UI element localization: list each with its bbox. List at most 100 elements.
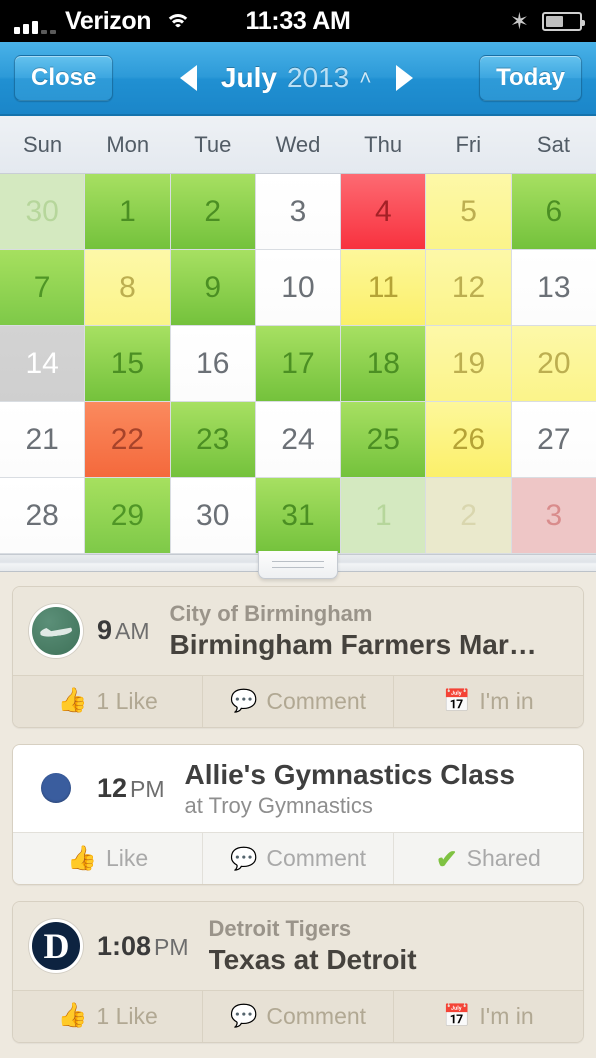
calendar-day-cell[interactable]: 19 [426,326,511,401]
calendar-day-cell[interactable]: 4 [341,174,426,249]
battery-icon [542,11,585,31]
blue-dot-avatar [41,773,71,804]
battery-fill [546,15,563,27]
calendar-day-cell[interactable]: 25 [341,402,426,477]
comment-icon: 💬 [229,688,258,714]
event-action-bar: 👍 1 Like 💬 Comment 📅 I'm in [13,989,583,1042]
next-month-arrow[interactable] [395,65,413,91]
event-card[interactable]: 12 PM Allie's Gymnastics Class at Troy Gymn… [12,743,584,886]
weekday-label-sun: Sun [22,131,63,157]
calendar-day-cell[interactable]: 29 [85,478,170,553]
calendar-day-cell[interactable]: 30 [0,174,85,249]
action-1-like[interactable]: 👍 1 Like [13,676,202,727]
action-label: 1 Like [96,687,158,714]
event-text-block: Detroit Tigers Texas at Detroit [209,915,567,977]
calendar-day-cell[interactable]: 22 [85,402,170,477]
event-card-header[interactable]: D 1:08 PM Detroit Tigers Texas at Detroit [13,902,583,990]
action-i-m-in[interactable]: 📅 I'm in [392,675,583,727]
action-comment[interactable]: 💬 Comment [202,675,392,727]
action-label: I'm in [479,1002,534,1029]
comment-icon: 💬 [229,1003,258,1029]
action-shared[interactable]: ✔ Shared [392,833,583,885]
action-1-like[interactable]: 👍 1 Like [13,991,202,1042]
calendar-day-cell[interactable]: 23 [170,402,255,477]
action-label: Comment [266,687,367,714]
month-label: July [220,62,277,93]
calendar-day-cell[interactable]: 26 [426,402,511,477]
event-text-block: Allie's Gymnastics Class at Troy Gymnasti… [185,758,567,820]
calendar-day-cell[interactable]: 8 [85,250,170,325]
event-card-header[interactable]: 9 AM City of Birmingham Birmingham Farmers … [13,587,583,675]
calendar-day-cell[interactable]: 6 [511,174,596,249]
event-title: Birmingham Farmers Mar… [169,628,537,660]
thumbs-up-icon: 👍 [57,1002,88,1030]
calendar-day-cell[interactable]: 28 [0,478,85,553]
calendar-day-cell[interactable]: 2 [426,478,511,553]
calendar-add-icon: 📅 [443,1003,471,1029]
calendar-day-cell[interactable]: 1 [341,478,426,553]
calendar-day-cell[interactable]: 21 [0,402,85,477]
calendar-day-cell[interactable]: 18 [341,326,426,401]
event-time-period: PM [130,775,165,802]
calendar-day-cell[interactable]: 10 [255,250,341,325]
calendar-day-cell[interactable]: 16 [170,326,255,401]
action-label: 1 Like [96,1002,158,1029]
action-comment[interactable]: 💬 Comment [202,990,392,1042]
calendar-day-cell[interactable]: 24 [255,402,341,477]
weekday-label-thu: Thu [364,131,403,157]
event-time-period: AM [115,618,150,645]
thumbs-up-icon: 👍 [67,844,97,872]
calendar-day-cell[interactable]: 2 [170,174,255,249]
event-subtitle: City of Birmingham [169,601,373,626]
event-text-block: City of Birmingham Birmingham Farmers Mar… [170,600,567,662]
calendar-day-cell[interactable]: 11 [341,250,426,325]
month-navigator: July 2013 ˄ [113,62,479,94]
event-time-number: 9 [97,615,113,646]
calendar-day-cell[interactable]: 7 [0,250,85,325]
calendar-day-cell[interactable]: 13 [511,250,596,325]
event-subtitle: Detroit Tigers [208,916,352,942]
calendar-day-cell[interactable]: 3 [511,478,596,553]
clock: 11:33 AM [245,6,351,35]
status-bar: Verizon 11:33 AM ✶ [0,0,596,42]
calendar-day-cell[interactable]: 14 [0,326,85,401]
event-time-number: 12 [97,772,128,803]
event-title: Allie's Gymnastics Class [184,758,515,790]
event-card-header[interactable]: 12 PM Allie's Gymnastics Class at Troy Gymn… [13,744,583,833]
weekday-label-sat: Sat [536,131,570,157]
close-button[interactable]: Close [14,55,114,101]
calendar-day-cell[interactable]: 1 [85,174,170,249]
calendar-grid: 30 1 2 3 4 5 6 7 8 9 10 11 12 13 14 15 16 17 18 19 20 21 22 23 2… [0,174,596,554]
calendar-add-icon: 📅 [443,688,471,714]
tigers-d-glyph: D [43,926,70,967]
today-button[interactable]: Today [479,55,582,101]
action-comment[interactable]: 💬 Comment [202,833,392,885]
calendar-day-cell[interactable]: 3 [255,174,341,249]
event-card[interactable]: 9 AM City of Birmingham Birmingham Farmers … [12,586,584,728]
event-time: 12 PM [97,773,165,804]
weekday-label-wed: Wed [275,131,321,157]
calendar-day-cell[interactable]: 27 [511,402,596,477]
check-icon: ✔ [435,843,458,874]
action-label: Comment [266,845,367,872]
event-subtitle: at Troy Gymnastics [184,792,373,818]
calendar-day-cell[interactable]: 15 [85,326,170,401]
calendar-day-cell[interactable]: 5 [426,174,511,249]
action-i-m-in[interactable]: 📅 I'm in [392,990,583,1042]
event-card[interactable]: D 1:08 PM Detroit Tigers Texas at Detroit 👍 1 … [12,901,584,1043]
month-year-title[interactable]: July 2013 ˄ [221,62,372,94]
calendar-day-cell[interactable]: 30 [170,478,255,553]
year-label: 2013 [286,62,350,93]
action-label: Shared [466,845,541,872]
calendar-day-cell[interactable]: 20 [511,326,596,401]
previous-month-arrow[interactable] [179,65,197,91]
action-like[interactable]: 👍 Like [13,833,202,884]
panel-divider [0,551,596,579]
calendar-day-cell[interactable]: 31 [255,478,341,553]
weekday-header-row: Sun Mon Tue Wed Thu Fri Sat [0,116,596,174]
calendar-day-cell[interactable]: 9 [170,250,255,325]
calendar-day-cell[interactable]: 17 [255,326,341,401]
comment-icon: 💬 [229,845,258,871]
calendar-day-cell[interactable]: 12 [426,250,511,325]
panel-drag-handle[interactable] [258,551,338,579]
